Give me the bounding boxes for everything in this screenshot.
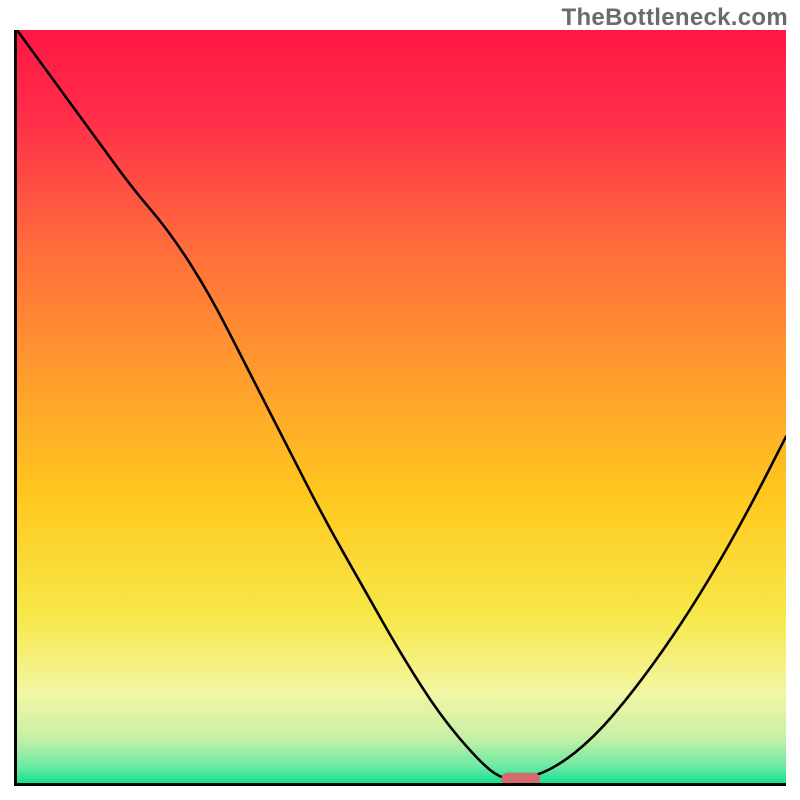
chart-frame: TheBottleneck.com	[0, 0, 800, 800]
watermark-text: TheBottleneck.com	[562, 4, 788, 32]
plot-area	[14, 30, 786, 786]
optimal-marker	[17, 30, 786, 783]
